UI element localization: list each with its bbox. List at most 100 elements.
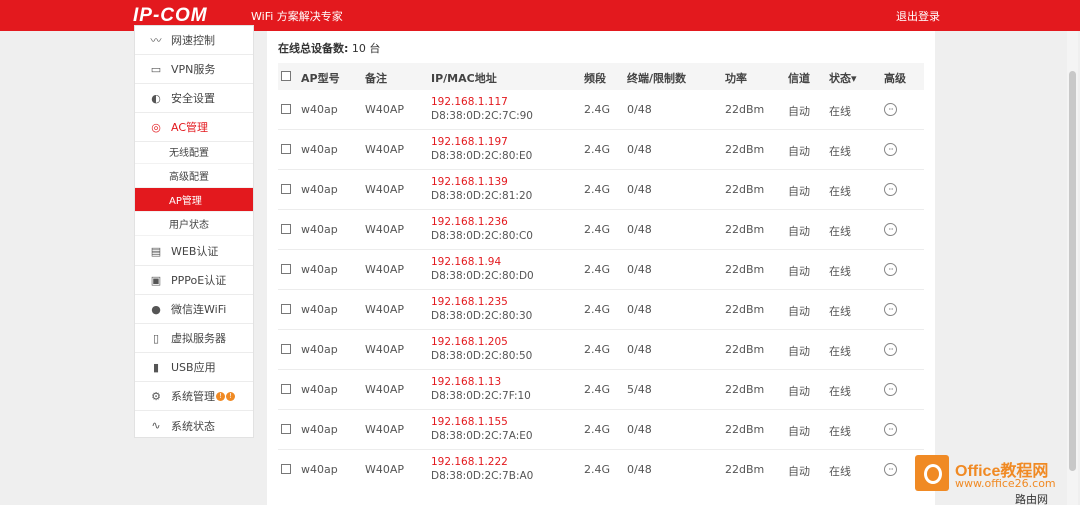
page-scrollbar[interactable] [1067, 31, 1078, 505]
sidebar-item-vpn[interactable]: ▭ VPN服务 [135, 55, 253, 84]
ap-power: 22dBm [725, 143, 765, 156]
row-checkbox[interactable] [281, 384, 291, 394]
ap-mac: D8:38:0D:2C:80:30 [431, 310, 533, 322]
sidebar-item-speed-control[interactable]: 〰 网速控制 [135, 26, 253, 55]
more-options-icon[interactable]: ··· [884, 223, 897, 236]
row-checkbox[interactable] [281, 184, 291, 194]
more-options-icon[interactable]: ··· [884, 263, 897, 276]
row-checkbox[interactable] [281, 344, 291, 354]
more-options-icon[interactable]: ··· [884, 303, 897, 316]
usb-icon: ▮ [152, 360, 160, 374]
ap-ip-link[interactable]: 192.168.1.13 [431, 376, 501, 388]
ap-status: 在线 [829, 425, 851, 438]
ap-band: 2.4G [584, 343, 611, 356]
table-row: w40ap W40AP 192.168.1.155 D8:38:0D:2C:7A… [278, 410, 924, 450]
more-options-icon[interactable]: ··· [884, 383, 897, 396]
ap-channel: 自动 [788, 385, 810, 398]
ap-channel: 自动 [788, 185, 810, 198]
ap-ip-link[interactable]: 192.168.1.197 [431, 136, 508, 148]
ap-status: 在线 [829, 265, 851, 278]
select-all-checkbox[interactable] [281, 71, 291, 81]
sidebar-item-web-auth[interactable]: ▤ WEB认证 [135, 237, 253, 266]
web-auth-icon: ▤ [150, 244, 162, 258]
ap-ip-link[interactable]: 192.168.1.155 [431, 416, 508, 428]
ap-status: 在线 [829, 305, 851, 318]
sidebar-item-label: 网速控制 [171, 34, 215, 47]
more-options-icon[interactable]: ··· [884, 143, 897, 156]
ap-status: 在线 [829, 345, 851, 358]
ap-terminals: 0/48 [627, 303, 652, 316]
ap-model: w40ap [301, 103, 338, 116]
sidebar-item-label: AC管理 [171, 121, 209, 134]
sidebar-nav: 〰 网速控制 ▭ VPN服务 ◐ 安全设置 ◎ AC管理 无线配置 高级配置 A… [134, 25, 254, 438]
more-options-icon[interactable]: ··· [884, 183, 897, 196]
ap-power: 22dBm [725, 343, 765, 356]
watermark-signature: 路由网 [1015, 493, 1048, 505]
subitem-ap-management[interactable]: AP管理 [135, 188, 253, 212]
sidebar-item-ac-management[interactable]: ◎ AC管理 [135, 113, 253, 142]
sidebar-item-label: PPPoE认证 [171, 274, 227, 287]
subitem-advanced-config[interactable]: 高级配置 [135, 164, 253, 188]
ap-mac: D8:38:0D:2C:7C:90 [431, 110, 533, 122]
more-options-icon[interactable]: ··· [884, 103, 897, 116]
ap-ip-link[interactable]: 192.168.1.235 [431, 296, 508, 308]
sidebar-item-security[interactable]: ◐ 安全设置 [135, 84, 253, 113]
ap-terminals: 0/48 [627, 263, 652, 276]
ap-ip-link[interactable]: 192.168.1.222 [431, 456, 508, 468]
table-row: w40ap W40AP 192.168.1.117 D8:38:0D:2C:7C… [278, 90, 924, 130]
vpn-icon: ▭ [150, 62, 162, 76]
ac-icon: ◎ [151, 120, 161, 134]
ap-ip-link[interactable]: 192.168.1.205 [431, 336, 508, 348]
ap-band: 2.4G [584, 463, 611, 476]
ap-ip-link[interactable]: 192.168.1.94 [431, 256, 501, 268]
row-checkbox[interactable] [281, 224, 291, 234]
logout-link[interactable]: 退出登录 [896, 8, 940, 24]
sidebar-item-system-management[interactable]: ⚙ 系统管理 ! ! [135, 382, 253, 411]
sidebar-item-pppoe-auth[interactable]: ▣ PPPoE认证 [135, 266, 253, 295]
ap-channel: 自动 [788, 425, 810, 438]
ap-note: W40AP [365, 303, 405, 316]
table-header: AP型号 备注 IP/MAC地址 频段 终端/限制数 功率 信道 状态▾ 高级 [278, 63, 924, 90]
more-options-icon[interactable]: ··· [884, 343, 897, 356]
ap-mac: D8:38:0D:2C:80:D0 [431, 270, 534, 282]
col-status-sort[interactable]: 状态▾ [829, 70, 857, 86]
sidebar-item-label: 虚拟服务器 [171, 332, 226, 345]
ap-note: W40AP [365, 383, 405, 396]
row-checkbox[interactable] [281, 464, 291, 474]
ap-ip-link[interactable]: 192.168.1.236 [431, 216, 508, 228]
row-checkbox[interactable] [281, 104, 291, 114]
subitem-wireless-config[interactable]: 无线配置 [135, 140, 253, 164]
ap-channel: 自动 [788, 305, 810, 318]
row-checkbox[interactable] [281, 304, 291, 314]
subitem-user-status[interactable]: 用户状态 [135, 212, 253, 236]
ap-power: 22dBm [725, 103, 765, 116]
ap-model: w40ap [301, 423, 338, 436]
ap-power: 22dBm [725, 463, 765, 476]
row-checkbox[interactable] [281, 264, 291, 274]
ap-ip-link[interactable]: 192.168.1.117 [431, 96, 508, 108]
more-options-icon[interactable]: ··· [884, 463, 897, 476]
ap-note: W40AP [365, 263, 405, 276]
ap-mac: D8:38:0D:2C:80:E0 [431, 150, 533, 162]
sidebar-item-virtual-server[interactable]: ▯ 虚拟服务器 [135, 324, 253, 353]
row-checkbox[interactable] [281, 424, 291, 434]
ap-terminals: 0/48 [627, 463, 652, 476]
ap-power: 22dBm [725, 263, 765, 276]
ap-channel: 自动 [788, 225, 810, 238]
table-row: w40ap W40AP 192.168.1.94 D8:38:0D:2C:80:… [278, 250, 924, 290]
ap-model: w40ap [301, 463, 338, 476]
scrollbar-thumb[interactable] [1069, 71, 1076, 471]
ap-power: 22dBm [725, 223, 765, 236]
sidebar-item-label: 安全设置 [171, 92, 215, 105]
sidebar-item-system-status[interactable]: ∿ 系统状态 [135, 411, 253, 440]
row-checkbox[interactable] [281, 144, 291, 154]
ap-note: W40AP [365, 103, 405, 116]
sidebar-item-usb[interactable]: ▮ USB应用 [135, 353, 253, 382]
ap-ip-link[interactable]: 192.168.1.139 [431, 176, 508, 188]
ap-mac: D8:38:0D:2C:80:C0 [431, 230, 533, 242]
sidebar-item-label: WEB认证 [171, 245, 219, 258]
brand-slogan: WiFi 方案解决专家 [251, 10, 343, 23]
sidebar-item-wechat-wifi[interactable]: ● 微信连WiFi [135, 295, 253, 324]
more-options-icon[interactable]: ··· [884, 423, 897, 436]
table-row: w40ap W40AP 192.168.1.13 D8:38:0D:2C:7F:… [278, 370, 924, 410]
